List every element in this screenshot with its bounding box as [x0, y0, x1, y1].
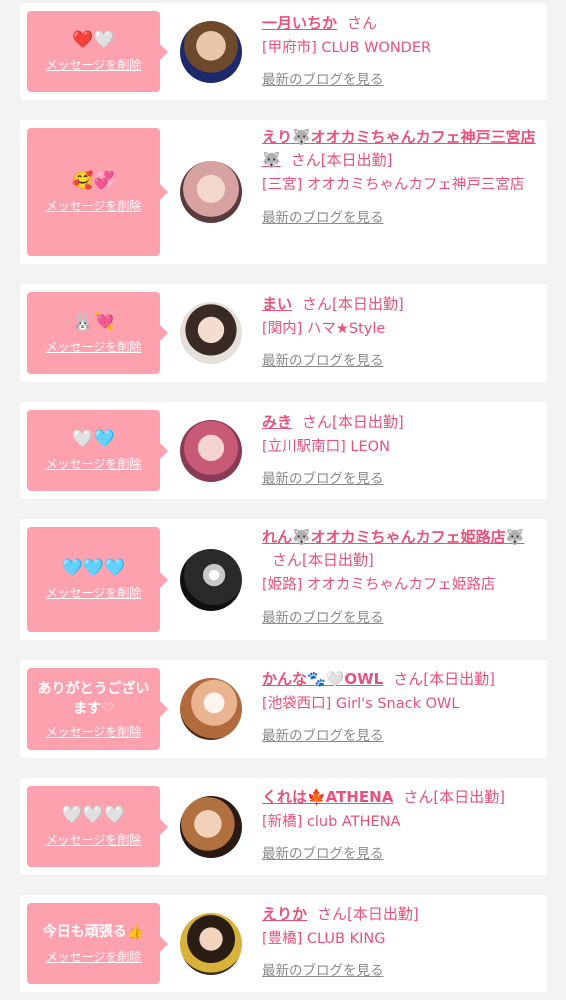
message-card: 今日も頑張る👍 メッセージを削除 えりか さん[本日出勤] [豊橋] CLUB K… — [20, 895, 547, 992]
cast-status: さん[本日出勤] — [393, 670, 495, 688]
cast-name-link[interactable]: まい — [262, 295, 292, 313]
latest-blog-link[interactable]: 最新のブログを見る — [262, 68, 384, 88]
latest-blog-link[interactable]: 最新のブログを見る — [262, 842, 384, 862]
delete-message-link[interactable]: メッセージを削除 — [46, 948, 142, 965]
cast-status: さん[本日出勤] — [290, 151, 393, 169]
delete-message-link[interactable]: メッセージを削除 — [46, 584, 142, 601]
cast-name-link[interactable]: みき — [262, 413, 292, 431]
message-bubble: ❤️🤍 メッセージを削除 — [27, 11, 168, 92]
cast-name-link[interactable]: 一月いちか — [262, 14, 337, 32]
cast-name-link[interactable]: れん🐺オオカミちゃんカフェ姫路店🐺 — [262, 528, 524, 546]
message-text: 🩵🩵🩵 — [61, 558, 126, 578]
latest-blog-link[interactable]: 最新のブログを見る — [262, 467, 384, 487]
shop-label: [豊橋] CLUB KING — [262, 931, 386, 947]
message-bubble: 🤍🤍🤍 メッセージを削除 — [27, 786, 168, 867]
cast-status: さん[本日出勤] — [403, 788, 506, 806]
shop-label: [姫路] オオカミちゃんカフェ姫路店 — [262, 577, 496, 593]
cast-status: さん — [347, 14, 378, 32]
cast-name-link[interactable]: えりか — [262, 905, 307, 923]
message-text: 🥰💞 — [72, 170, 115, 191]
message-text: 今日も頑張る👍 — [42, 924, 145, 940]
latest-blog-link[interactable]: 最新のブログを見る — [262, 724, 384, 744]
delete-message-link[interactable]: メッセージを削除 — [46, 197, 142, 214]
cast-status: さん[本日出勤] — [302, 295, 404, 313]
message-text: ありがとうございます♡ — [37, 680, 150, 717]
delete-message-link[interactable]: メッセージを削除 — [46, 56, 142, 73]
delete-message-link[interactable]: メッセージを削除 — [46, 455, 142, 472]
message-bubble: 🥰💞 メッセージを削除 — [27, 128, 168, 256]
avatar[interactable] — [180, 913, 242, 975]
delete-message-link[interactable]: メッセージを削除 — [46, 338, 142, 355]
latest-blog-link[interactable]: 最新のブログを見る — [262, 959, 384, 979]
message-card: 🤍🤍🤍 メッセージを削除 くれは🍁ATHENA さん[本日出勤] [新橋] clu… — [20, 778, 547, 875]
avatar[interactable] — [180, 161, 242, 223]
message-text: 🤍🩵 — [72, 429, 115, 449]
latest-blog-link[interactable]: 最新のブログを見る — [262, 349, 384, 369]
shop-label: [池袋西口] Girl's Snack OWL — [262, 696, 460, 712]
message-bubble: 今日も頑張る👍 メッセージを削除 — [27, 903, 168, 984]
message-card: 🥰💞 メッセージを削除 えり🐺オオカミちゃんカフェ神戸三宮店🐺 さん[本日出勤] … — [20, 120, 547, 264]
avatar[interactable] — [180, 21, 242, 83]
cast-name-link[interactable]: かんな🐾🤍OWL — [262, 670, 383, 688]
cast-name-link[interactable]: くれは🍁ATHENA — [262, 788, 393, 806]
message-card: ❤️🤍 メッセージを削除 一月いちか さん [甲府市] CLUB WONDER 最… — [20, 3, 547, 100]
cast-status: さん[本日出勤] — [302, 413, 404, 431]
avatar[interactable] — [180, 796, 242, 858]
shop-label: [立川駅南口] LEON — [262, 439, 390, 455]
shop-label: [関内] ハマ★Style — [262, 321, 386, 337]
cast-status: さん[本日出勤] — [272, 551, 374, 569]
delete-message-link[interactable]: メッセージを削除 — [46, 723, 142, 740]
avatar[interactable] — [180, 302, 242, 364]
shop-label: [甲府市] CLUB WONDER — [262, 40, 432, 56]
message-card: 🤍🩵 メッセージを削除 みき さん[本日出勤] [立川駅南口] LEON 最新のブ… — [20, 402, 547, 499]
avatar[interactable] — [180, 678, 242, 740]
message-text: 🐰💘 — [72, 311, 115, 332]
message-card: ありがとうございます♡ メッセージを削除 かんな🐾🤍OWL さん[本日出勤] [池… — [20, 660, 547, 758]
shop-label: [三宮] オオカミちゃんカフェ神戸三宮店 — [262, 177, 525, 193]
avatar[interactable] — [180, 420, 242, 482]
shop-label: [新橋] club ATHENA — [262, 814, 401, 830]
message-bubble: 🤍🩵 メッセージを削除 — [27, 410, 168, 491]
latest-blog-link[interactable]: 最新のブログを見る — [262, 206, 384, 226]
message-bubble: 🐰💘 メッセージを削除 — [27, 292, 168, 374]
avatar[interactable] — [180, 549, 242, 611]
message-card: 🩵🩵🩵 メッセージを削除 れん🐺オオカミちゃんカフェ姫路店🐺 さん[本日出勤] [… — [20, 519, 547, 640]
latest-blog-link[interactable]: 最新のブログを見る — [262, 606, 384, 626]
message-bubble: ありがとうございます♡ メッセージを削除 — [27, 668, 168, 750]
message-text: ❤️🤍 — [72, 30, 115, 50]
message-card: 🐰💘 メッセージを削除 まい さん[本日出勤] [関内] ハマ★Style 最新の… — [20, 284, 547, 382]
message-text: 🤍🤍🤍 — [61, 805, 126, 825]
cast-status: さん[本日出勤] — [317, 905, 419, 923]
message-bubble: 🩵🩵🩵 メッセージを削除 — [27, 527, 168, 632]
delete-message-link[interactable]: メッセージを削除 — [46, 831, 142, 848]
